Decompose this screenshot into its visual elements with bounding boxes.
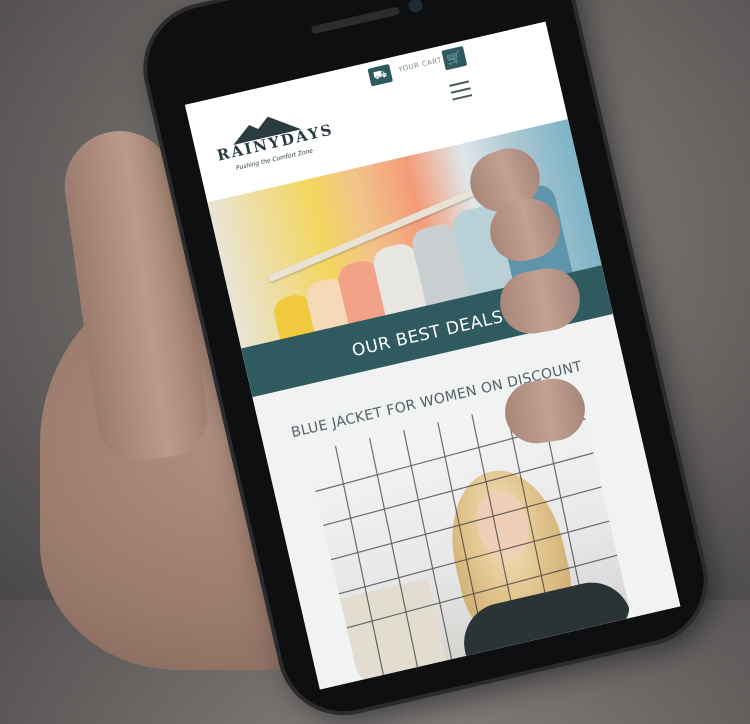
shopping-cart-icon[interactable]: 🛒 <box>441 45 468 71</box>
phone-speaker <box>310 6 401 35</box>
phone-camera <box>407 0 424 14</box>
delivery-van-icon[interactable]: ⛟ <box>367 63 393 87</box>
photo-grid-fence <box>315 398 618 681</box>
site-logo[interactable]: RAINYDAYS Pushing the Comfort Zone <box>211 105 335 188</box>
hamburger-menu-icon[interactable] <box>449 80 473 101</box>
product-photo[interactable] <box>306 389 634 687</box>
cart-label[interactable]: YOUR CART <box>398 56 443 74</box>
